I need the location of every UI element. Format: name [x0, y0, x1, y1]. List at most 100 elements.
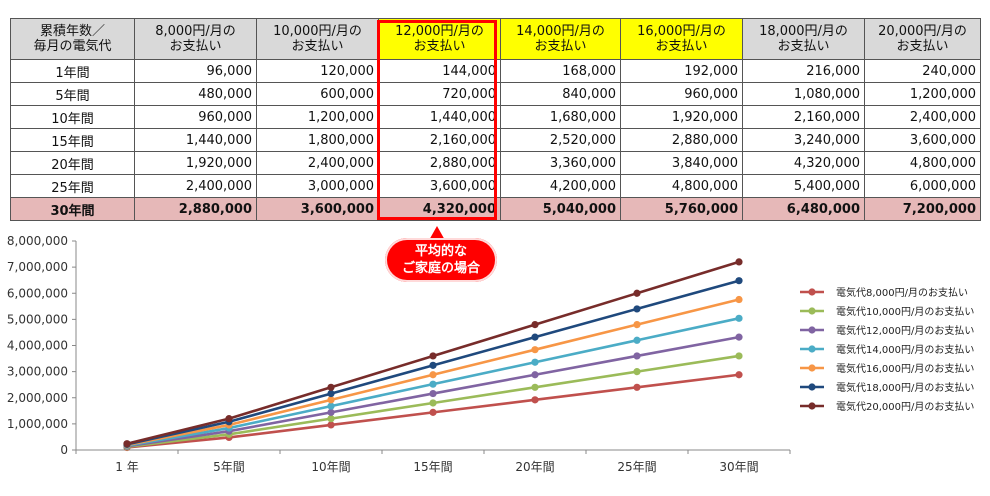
table-cell: 2,160,000 — [742, 105, 865, 129]
table-cell: 4,800,000 — [864, 151, 981, 175]
payment-table: 累積年数／ 毎月の電気代 8,000円/月の お支払い 10,000円/月の お支払い… — [10, 18, 981, 221]
table-cell: 144,000 — [378, 59, 501, 83]
table-cell: 2,880,000 — [134, 197, 257, 221]
row-label: 1年間 — [10, 59, 135, 83]
x-tick-label: 1 年 — [115, 460, 138, 474]
y-tick-label: 6,000,000 — [7, 286, 68, 300]
data-point — [735, 352, 743, 360]
table-cell: 1,680,000 — [500, 105, 621, 129]
y-tick-label: 7,000,000 — [7, 260, 68, 274]
data-point — [735, 333, 743, 341]
data-point — [531, 371, 539, 379]
table-cell: 2,400,000 — [256, 151, 379, 175]
table-cell: 96,000 — [134, 59, 257, 83]
table-cell: 120,000 — [256, 59, 379, 83]
data-point — [531, 321, 539, 329]
data-point — [633, 305, 641, 313]
table-row: 20年間 1,920,000 2,400,000 2,880,000 3,360,000… — [10, 151, 981, 175]
table-cell: 1,920,000 — [620, 105, 743, 129]
table-cell: 5,400,000 — [742, 174, 865, 198]
column-header: 10,000円/月の お支払い — [256, 18, 379, 60]
table-cell: 2,160,000 — [378, 128, 501, 152]
data-point — [429, 371, 437, 379]
x-tick-label: 30年間 — [719, 460, 758, 474]
data-point — [531, 358, 539, 366]
legend-label: 電気代8,000円/月のお支払い — [836, 286, 968, 299]
table-cell: 1,440,000 — [134, 128, 257, 152]
x-tick-label: 15年間 — [413, 460, 452, 474]
data-point — [327, 396, 335, 404]
table-cell: 7,200,000 — [864, 197, 981, 221]
corner-header: 累積年数／ 毎月の電気代 — [10, 18, 135, 60]
table-cell: 600,000 — [256, 82, 379, 106]
row-label: 25年間 — [10, 174, 135, 198]
table-cell: 3,360,000 — [500, 151, 621, 175]
table-cell: 240,000 — [864, 59, 981, 83]
row-label: 10年間 — [10, 105, 135, 129]
legend-swatch-marker — [808, 307, 816, 315]
legend-swatch-marker — [808, 345, 816, 353]
legend-label: 電気代16,000円/月のお支払い — [836, 362, 974, 375]
table-row: 25年間 2,400,000 3,000,000 3,600,000 4,200,000… — [10, 174, 981, 198]
table-header-row: 累積年数／ 毎月の電気代 8,000円/月の お支払い 10,000円/月の お支払い… — [10, 18, 981, 60]
data-point — [429, 399, 437, 407]
table-cell: 4,320,000 — [378, 197, 501, 221]
data-point — [633, 383, 641, 391]
table-cell: 480,000 — [134, 82, 257, 106]
data-point — [327, 408, 335, 416]
data-point — [735, 295, 743, 304]
data-point — [429, 361, 437, 369]
legend-label: 電気代20,000円/月のお支払い — [836, 400, 974, 413]
table-cell: 2,400,000 — [134, 174, 257, 198]
data-point — [429, 352, 437, 360]
table-cell: 6,480,000 — [742, 197, 865, 221]
data-point — [327, 415, 335, 423]
data-point — [531, 396, 539, 404]
table-cell: 5,040,000 — [500, 197, 621, 221]
table-total-row: 30年間 2,880,000 3,600,000 4,320,000 5,040,000… — [10, 197, 981, 221]
table-cell: 4,200,000 — [500, 174, 621, 198]
x-tick-label: 25年間 — [617, 460, 656, 474]
column-header: 8,000円/月の お支払い — [134, 18, 257, 60]
table-cell: 5,760,000 — [620, 197, 743, 221]
data-point — [327, 402, 335, 410]
table-cell: 1,200,000 — [256, 105, 379, 129]
table-cell: 840,000 — [500, 82, 621, 106]
data-point — [633, 321, 641, 329]
table-cell: 3,240,000 — [742, 128, 865, 152]
y-tick-label: 5,000,000 — [7, 312, 68, 326]
y-tick-label: 2,000,000 — [7, 391, 68, 405]
table-row: 15年間 1,440,000 1,800,000 2,160,000 2,520,000… — [10, 128, 981, 152]
table-cell: 3,600,000 — [256, 197, 379, 221]
table-cell: 168,000 — [500, 59, 621, 83]
legend-label: 電気代10,000円/月のお支払い — [836, 305, 974, 318]
column-header: 18,000円/月の お支払い — [742, 18, 865, 60]
y-tick-label: 4,000,000 — [7, 339, 68, 353]
data-point — [531, 346, 539, 354]
table-cell: 2,520,000 — [500, 128, 621, 152]
table-cell: 2,880,000 — [620, 128, 743, 152]
row-label: 30年間 — [10, 197, 135, 221]
table-cell: 720,000 — [378, 82, 501, 106]
table-cell: 2,400,000 — [864, 105, 981, 129]
table-cell: 216,000 — [742, 59, 865, 83]
data-point — [633, 368, 641, 376]
table-cell: 3,600,000 — [378, 174, 501, 198]
legend-swatch-marker — [808, 326, 816, 334]
table-cell: 1,800,000 — [256, 128, 379, 152]
column-header-highlight: 12,000円/月の お支払い — [378, 18, 501, 60]
data-point — [327, 421, 335, 429]
table-cell: 3,600,000 — [864, 128, 981, 152]
legend-swatch-marker — [808, 288, 816, 296]
column-header-highlight: 16,000円/月の お支払い — [620, 18, 743, 60]
x-tick-label: 5年間 — [213, 460, 245, 474]
data-point — [633, 336, 641, 344]
table-cell: 1,200,000 — [864, 82, 981, 106]
legend-swatch-marker — [808, 364, 816, 372]
row-label: 15年間 — [10, 128, 135, 152]
table-cell: 4,800,000 — [620, 174, 743, 198]
data-point — [327, 383, 335, 391]
data-point — [429, 380, 437, 388]
column-header: 20,000円/月の お支払い — [864, 18, 981, 60]
table-cell: 3,840,000 — [620, 151, 743, 175]
